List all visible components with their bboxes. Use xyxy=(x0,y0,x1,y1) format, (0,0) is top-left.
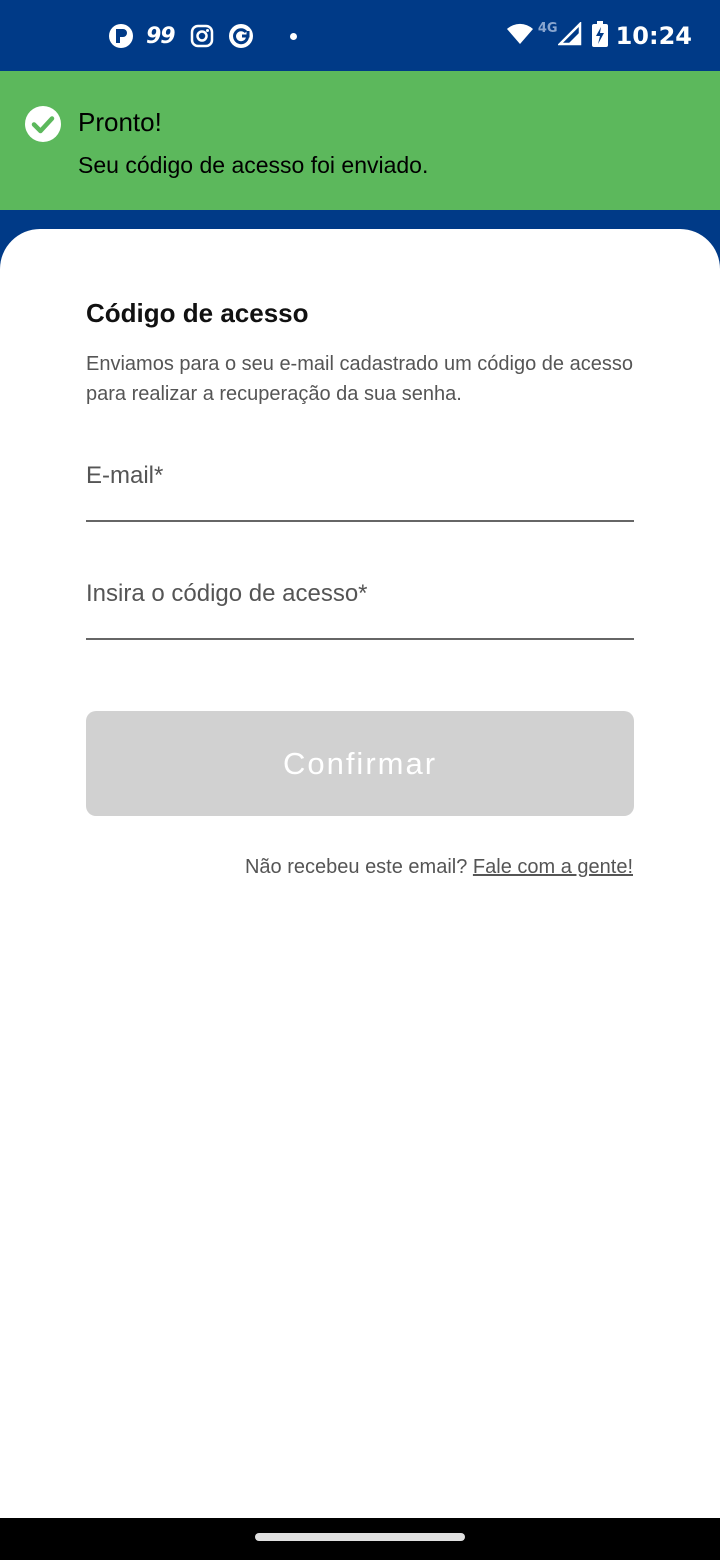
toast-message: Seu código de acesso foi enviado. xyxy=(78,152,429,178)
access-code-field[interactable]: Insira o código de acesso* xyxy=(86,558,634,640)
home-gesture-handle[interactable] xyxy=(255,1533,465,1541)
status-bar: 99 4G 10:24 xyxy=(0,0,720,71)
network-type-label: 4G xyxy=(537,20,558,36)
toast-title: Pronto! xyxy=(78,107,162,137)
contact-us-link[interactable]: Fale com a gente! xyxy=(473,856,633,878)
confirm-button[interactable]: Confirmar xyxy=(86,711,634,816)
page-title: Código de acesso xyxy=(86,298,309,328)
email-field[interactable]: E-mail* xyxy=(86,440,634,522)
instagram-icon xyxy=(188,22,216,50)
email-field-label: E-mail* xyxy=(86,462,164,489)
system-icons: 4G 10:24 xyxy=(506,18,692,54)
confirm-button-label: Confirmar xyxy=(282,745,438,781)
help-text: Não recebeu este email? xyxy=(244,856,473,878)
app-99-icon: 99 xyxy=(146,23,176,49)
navigation-bar xyxy=(0,1518,720,1560)
help-row: Não recebeu este email? Fale com a gente… xyxy=(245,856,633,879)
more-notifications-dot-icon xyxy=(289,32,297,40)
page-description: Enviamos para o seu e-mail cadastrado um… xyxy=(86,353,633,405)
wifi-icon xyxy=(506,22,534,51)
success-toast xyxy=(0,71,720,210)
cell-signal-icon xyxy=(556,20,582,51)
access-code-field-label: Insira o código de acesso* xyxy=(86,580,368,607)
check-circle-icon xyxy=(25,106,61,147)
clock: 10:24 xyxy=(615,22,692,50)
battery-charging-icon xyxy=(591,20,608,52)
app-notification-icon xyxy=(107,22,135,50)
refresh-app-icon xyxy=(227,22,255,50)
notification-icons: 99 xyxy=(107,18,297,54)
